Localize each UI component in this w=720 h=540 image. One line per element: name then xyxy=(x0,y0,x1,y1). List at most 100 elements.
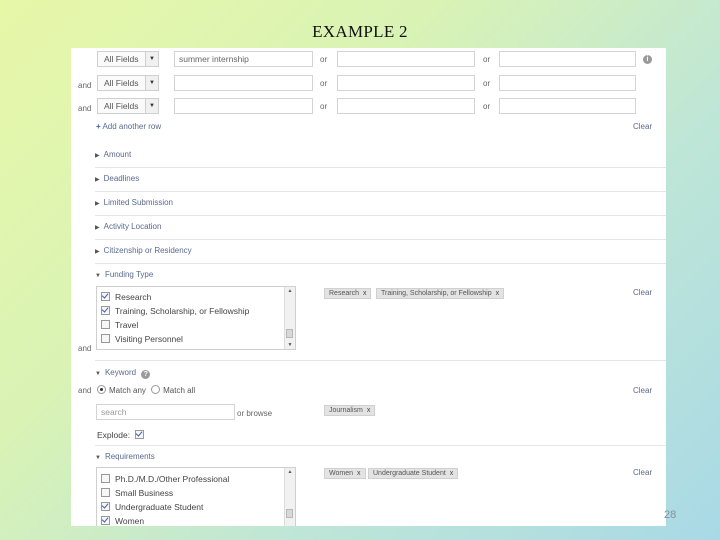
list-item[interactable]: Training, Scholarship, or Fellowship xyxy=(101,306,249,316)
browse-link[interactable]: or browse xyxy=(237,409,272,418)
match-options: Match any Match all xyxy=(97,385,195,395)
search-term-input[interactable]: summer internship xyxy=(174,51,313,67)
scroll-up-icon[interactable]: ▲ xyxy=(285,469,295,475)
filter-chip[interactable]: Undergraduate Student x xyxy=(368,468,459,479)
field-select[interactable]: All Fields ▼ xyxy=(97,51,159,67)
close-icon[interactable]: x xyxy=(357,470,361,477)
clear-requirements-button[interactable]: Clear xyxy=(633,468,652,477)
divider xyxy=(95,167,666,168)
section-citizenship[interactable]: ▶ Citizenship or Residency xyxy=(95,246,192,255)
keyword-search-input[interactable]: search xyxy=(96,404,235,420)
funding-type-listbox[interactable]: Research Training, Scholarship, or Fello… xyxy=(96,286,296,350)
checkbox[interactable] xyxy=(101,334,110,343)
filter-chip[interactable]: Women x xyxy=(324,468,366,479)
triangle-right-icon: ▶ xyxy=(95,201,100,207)
info-icon[interactable]: ? xyxy=(141,370,151,379)
divider xyxy=(95,239,666,240)
chevron-down-icon: ▼ xyxy=(145,76,158,90)
triangle-right-icon: ▶ xyxy=(95,177,100,183)
list-item[interactable]: Small Business xyxy=(101,488,173,498)
or-label: or xyxy=(483,102,491,111)
triangle-right-icon: ▶ xyxy=(95,249,100,255)
filter-chip[interactable]: Research x xyxy=(324,288,372,299)
scroll-thumb[interactable] xyxy=(286,329,293,338)
chip-label: Research xyxy=(329,290,359,297)
clear-keyword-button[interactable]: Clear xyxy=(633,386,652,395)
checkbox[interactable] xyxy=(101,502,110,511)
or-term-input[interactable] xyxy=(499,75,636,91)
section-label: Keyword xyxy=(104,368,137,377)
section-limited-submission[interactable]: ▶ Limited Submission xyxy=(95,198,173,207)
or-term-input[interactable] xyxy=(337,75,475,91)
match-all-label: Match all xyxy=(163,386,196,395)
divider xyxy=(95,191,666,192)
close-icon[interactable]: x xyxy=(496,290,500,297)
section-keyword[interactable]: ▼ Keyword ? xyxy=(95,368,151,379)
or-term-input[interactable] xyxy=(499,51,636,67)
close-icon[interactable]: x xyxy=(367,407,371,414)
scroll-down-icon[interactable]: ▼ xyxy=(285,342,295,348)
filter-chip[interactable]: Training, Scholarship, or Fellowship x xyxy=(376,288,505,299)
clear-rows-button[interactable]: Clear xyxy=(633,122,652,131)
chip-label: Journalism xyxy=(329,407,363,414)
explode-checkbox[interactable] xyxy=(135,430,145,439)
section-amount[interactable]: ▶ Amount xyxy=(95,150,131,159)
section-deadlines[interactable]: ▶ Deadlines xyxy=(95,174,139,183)
list-item-label: Training, Scholarship, or Fellowship xyxy=(115,306,250,316)
section-label: Citizenship or Residency xyxy=(103,246,192,255)
match-any-radio[interactable] xyxy=(97,385,106,394)
checkbox[interactable] xyxy=(101,320,110,329)
field-select[interactable]: All Fields ▼ xyxy=(97,75,159,91)
close-icon[interactable]: x xyxy=(450,470,454,477)
list-item[interactable]: Ph.D./M.D./Other Professional xyxy=(101,474,229,484)
section-requirements[interactable]: ▼ Requirements xyxy=(95,452,155,461)
list-item[interactable]: Travel xyxy=(101,320,138,330)
scrollbar[interactable]: ▲ xyxy=(284,468,295,526)
section-label: Amount xyxy=(103,150,132,159)
list-item[interactable]: Women xyxy=(101,516,144,526)
list-item[interactable]: Visiting Personnel xyxy=(101,334,183,344)
list-item[interactable]: Research xyxy=(101,292,151,302)
list-item-label: Ph.D./M.D./Other Professional xyxy=(115,474,230,484)
scroll-up-icon[interactable]: ▲ xyxy=(285,288,295,294)
match-all-radio[interactable] xyxy=(151,385,161,394)
or-label: or xyxy=(483,55,491,64)
section-label: Requirements xyxy=(104,452,155,461)
section-funding-type[interactable]: ▼ Funding Type xyxy=(95,270,153,279)
row-connector: and xyxy=(78,104,92,113)
search-term-input[interactable] xyxy=(174,75,313,91)
list-item-label: Travel xyxy=(115,320,139,330)
list-item-label: Small Business xyxy=(115,488,174,498)
plus-icon: + xyxy=(96,122,101,131)
search-term-input[interactable] xyxy=(174,98,313,114)
checkbox[interactable] xyxy=(101,474,110,483)
field-select-value: All Fields xyxy=(104,54,139,64)
checkbox[interactable] xyxy=(101,292,110,301)
list-item-label: Undergraduate Student xyxy=(115,502,204,512)
requirements-listbox[interactable]: Ph.D./M.D./Other Professional Small Busi… xyxy=(96,467,296,526)
filter-chip[interactable]: Journalism x xyxy=(324,405,376,416)
field-select[interactable]: All Fields ▼ xyxy=(97,98,159,114)
divider xyxy=(95,360,666,361)
chip-label: Undergraduate Student xyxy=(373,470,446,477)
close-icon[interactable]: x xyxy=(363,290,367,297)
section-label: Deadlines xyxy=(103,174,140,183)
list-item-label: Women xyxy=(115,516,145,526)
scroll-thumb[interactable] xyxy=(286,509,293,518)
or-term-input[interactable] xyxy=(337,51,475,67)
explode-label: Explode: xyxy=(97,430,131,440)
list-item-label: Research xyxy=(115,292,152,302)
list-item[interactable]: Undergraduate Student xyxy=(101,502,203,512)
info-icon[interactable]: i xyxy=(643,55,652,64)
checkbox[interactable] xyxy=(101,516,110,525)
clear-funding-type-button[interactable]: Clear xyxy=(633,288,652,297)
or-term-input[interactable] xyxy=(499,98,636,114)
add-row-button[interactable]: + Add another row xyxy=(96,122,161,131)
section-activity-location[interactable]: ▶ Activity Location xyxy=(95,222,161,231)
checkbox[interactable] xyxy=(101,306,110,315)
or-label: or xyxy=(320,79,328,88)
or-term-input[interactable] xyxy=(337,98,475,114)
scrollbar[interactable]: ▲ ▼ xyxy=(284,287,295,349)
search-form-screenshot: All Fields ▼ summer internship or or i a… xyxy=(71,48,666,526)
checkbox[interactable] xyxy=(101,488,110,497)
